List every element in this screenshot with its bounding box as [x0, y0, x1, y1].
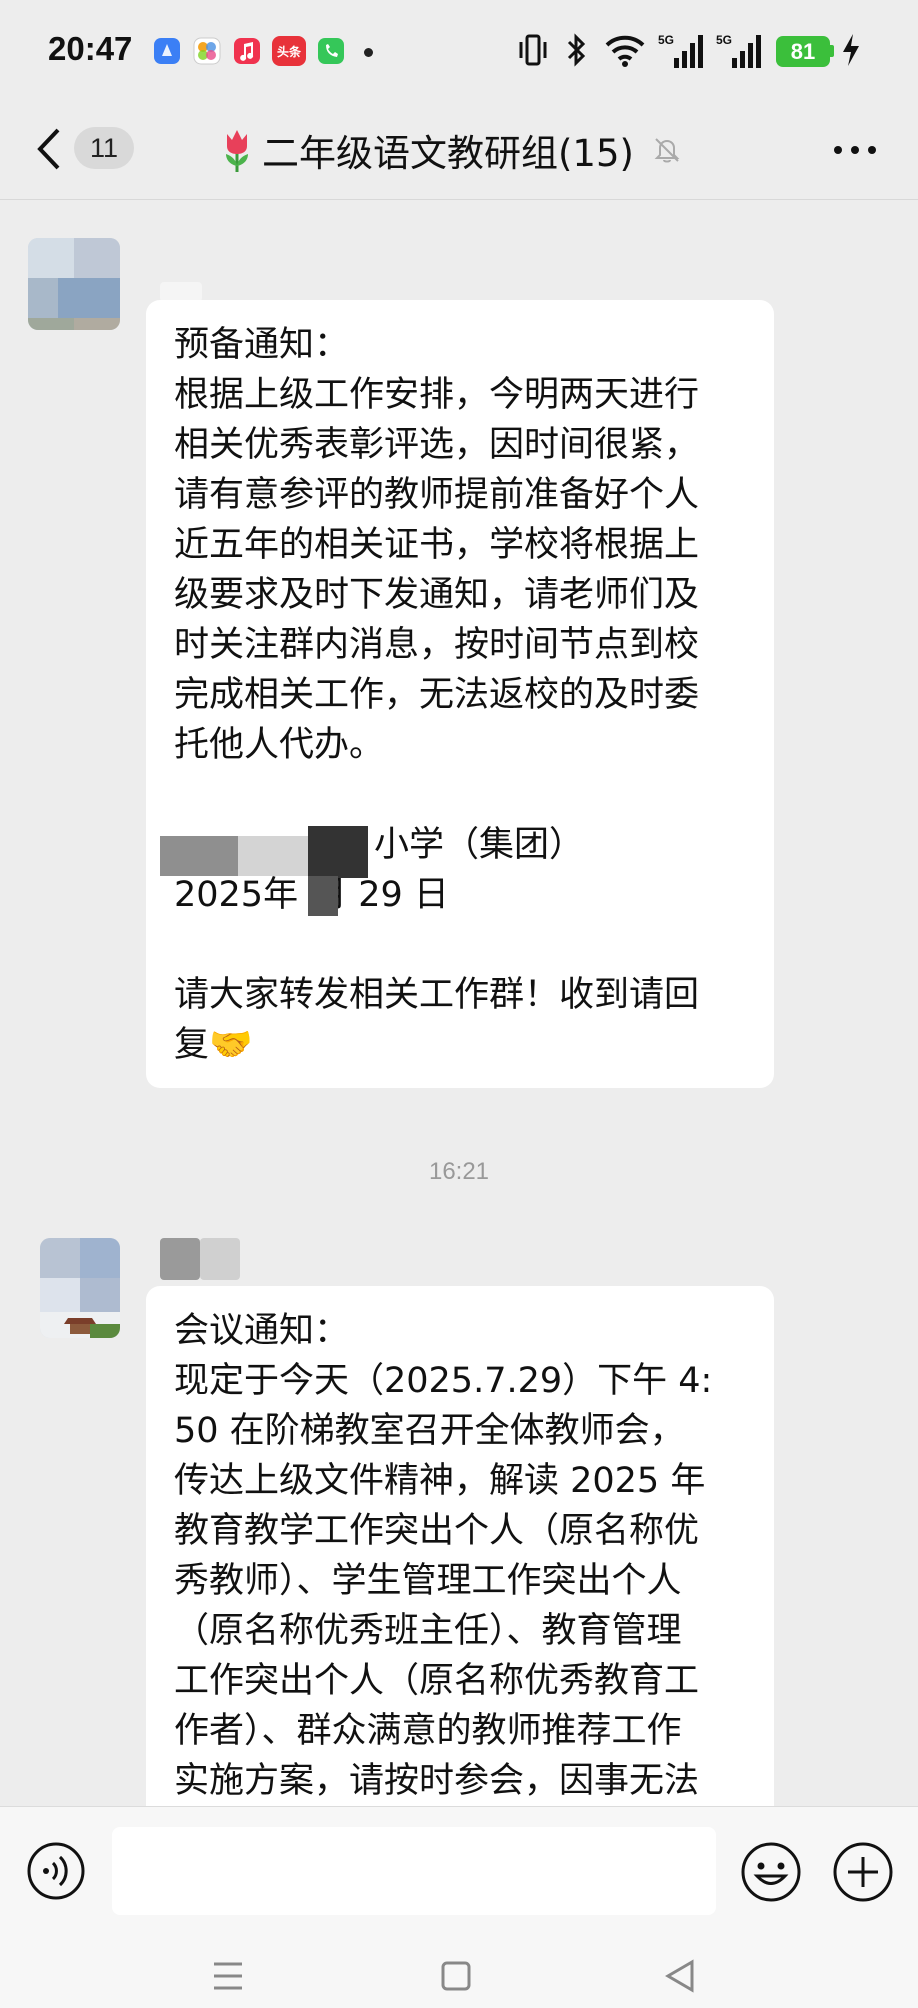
voice-input-button[interactable]: [26, 1841, 86, 1901]
home-nav-icon[interactable]: [440, 1958, 472, 1994]
more-options-button[interactable]: [832, 138, 878, 162]
svg-text:5G: 5G: [658, 33, 674, 47]
message-input[interactable]: [112, 1827, 716, 1915]
msg2-line: 会议通知：: [174, 1311, 350, 1351]
message-bubble-1[interactable]: 预备通知： 根据上级工作安排，今明两天进行 相关优秀表彰评选，因时间很紧， 请有…: [146, 300, 774, 1088]
sender-name-2-redacted: [160, 1238, 200, 1280]
plus-button[interactable]: [832, 1841, 894, 1903]
notification-dot: [364, 48, 373, 57]
msg1-date-year: 2025年: [174, 875, 299, 915]
msg1-line: 根据上级工作安排，今明两天进行: [174, 375, 700, 415]
msg2-line: 教育教学工作突出个人（原名称优: [174, 1511, 700, 1551]
back-nav-icon[interactable]: [664, 1958, 696, 1994]
msg1-line: 时关注群内消息，按时间节点到校: [174, 625, 700, 665]
message-text-1: 预备通知： 根据上级工作安排，今明两天进行 相关优秀表彰评选，因时间很紧， 请有…: [174, 320, 752, 1070]
svg-text:5G: 5G: [716, 33, 732, 47]
unread-count-badge[interactable]: 11: [74, 127, 134, 169]
msg1-line: 托他人代办。: [174, 725, 385, 765]
photos-icon: [192, 36, 222, 66]
status-time: 20:47: [48, 30, 133, 67]
msg1-line: 预备通知：: [174, 325, 350, 365]
chat-input-bar: [0, 1806, 918, 1936]
redaction-mosaic: [160, 836, 238, 876]
chat-title: 二年级语文教研组(15): [262, 132, 634, 175]
sender-name-1-redacted: [160, 282, 202, 302]
signal-icon: 5G: [658, 33, 703, 68]
battery-indicator: 81: [776, 36, 830, 67]
msg2-line: （原名称优秀班主任）、教育管理: [174, 1611, 682, 1651]
msg2-line: 50 在阶梯教室召开全体教师会，: [174, 1411, 685, 1451]
bluetooth-icon: [567, 33, 586, 67]
music-icon: [232, 36, 262, 66]
msg2-line: 现定于今天（2025.7.29）下午 4:: [174, 1361, 713, 1401]
status-bar: 20:47 头条 5G 5G 81: [0, 0, 918, 100]
redaction-mosaic: [308, 876, 338, 916]
signal-icon-2: 5G: [716, 33, 761, 68]
sender-name-2-redacted: [200, 1238, 240, 1280]
wifi-icon: [605, 35, 645, 67]
toutiao-label: 头条: [276, 44, 301, 59]
message-text-2: 会议通知： 现定于今天（2025.7.29）下午 4: 50 在阶梯教室召开全体…: [174, 1306, 752, 1806]
back-button[interactable]: [30, 124, 70, 174]
message-bubble-2[interactable]: 会议通知： 现定于今天（2025.7.29）下午 4: 50 在阶梯教室召开全体…: [146, 1286, 774, 1846]
tulip-icon: [226, 130, 248, 172]
msg1-line: 请大家转发相关工作群！收到请回: [174, 975, 700, 1015]
msg2-line: 实施方案，请按时参会，因事无法: [174, 1761, 700, 1801]
sender-avatar-2[interactable]: [40, 1238, 120, 1338]
msg1-line: 完成相关工作，无法返校的及时委: [174, 675, 700, 715]
msg2-line: 秀教师）、学生管理工作突出个人: [174, 1561, 682, 1601]
message-timestamp: 16:21: [428, 1158, 490, 1185]
msg1-line: 相关优秀表彰评选，因时间很紧，: [174, 425, 700, 465]
alipay-icon: [152, 36, 182, 66]
system-nav-bar: [0, 1936, 918, 2008]
chat-title-area[interactable]: 二年级语文教研组(15): [218, 122, 682, 178]
phone-icon: [316, 36, 346, 66]
msg2-line: 作者）、群众满意的教师推荐工作: [174, 1711, 682, 1751]
msg2-line: 工作突出个人（原名称优秀教育工: [174, 1661, 700, 1701]
msg1-line: 请有意参评的教师提前准备好个人: [174, 475, 700, 515]
handshake-emoji: 🤝: [209, 1025, 253, 1065]
sender-avatar-1[interactable]: [28, 238, 120, 330]
redaction-mosaic: [238, 836, 308, 876]
msg1-line: 近五年的相关证书，学校将根据上: [174, 525, 700, 565]
chat-header: 11 二年级语文教研组(15): [0, 100, 918, 200]
mute-bell-icon: [654, 138, 680, 163]
redaction-mosaic: [308, 826, 368, 878]
msg1-line: 复: [174, 1025, 210, 1065]
menu-nav-icon[interactable]: [212, 1958, 244, 1994]
toutiao-icon: 头条: [272, 36, 306, 66]
vibrate-icon: [519, 34, 547, 66]
charging-icon: [843, 34, 859, 66]
battery-tip: [830, 45, 834, 57]
emoji-button[interactable]: [740, 1841, 802, 1903]
msg1-line: 级要求及时下发通知，请老师们及: [174, 575, 700, 615]
msg2-line: 传达上级文件精神，解读 2025 年: [174, 1461, 706, 1501]
msg1-school: 小学（集团）: [374, 825, 585, 865]
